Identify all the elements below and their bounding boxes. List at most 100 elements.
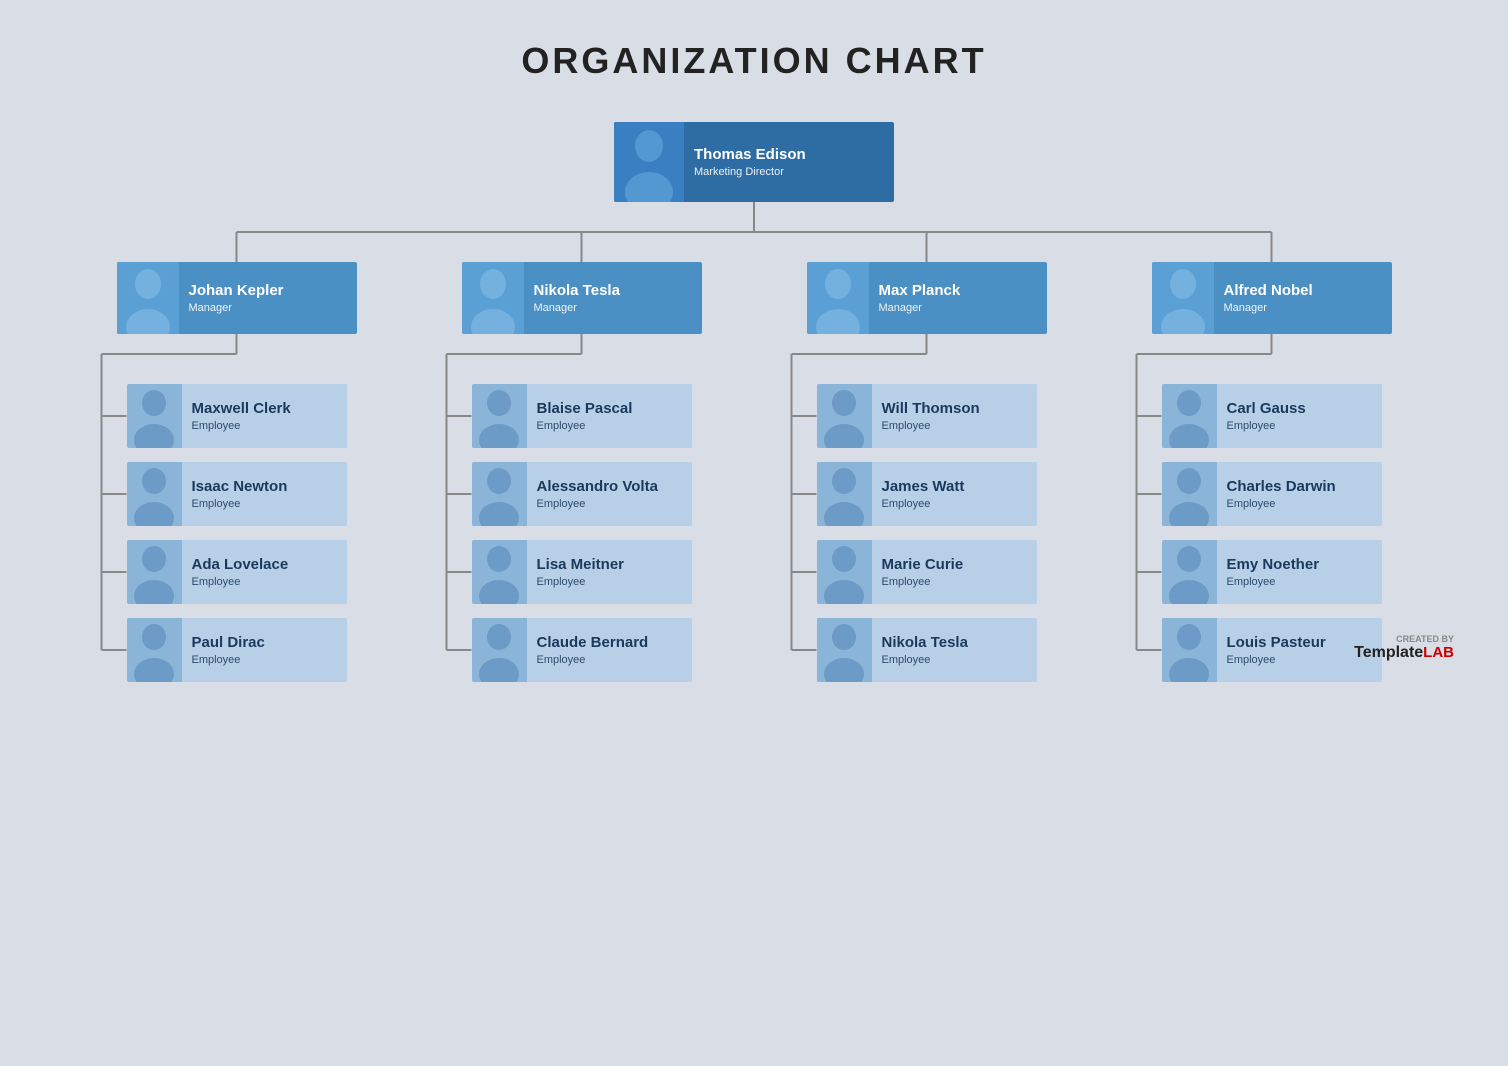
- emp-name: Nikola Tesla: [882, 634, 968, 652]
- manager-col-1: Nikola Tesla Manager Blaise Pascal Emplo…: [462, 262, 702, 682]
- emp-info: Nikola Tesla Employee: [872, 626, 978, 674]
- manager-info-0: Johan Kepler Manager: [179, 274, 294, 322]
- emp-info: Will Thomson Employee: [872, 392, 990, 440]
- emp-name: Isaac Newton: [192, 478, 288, 496]
- manager-col-3: Alfred Nobel Manager Carl Gauss Employee: [1152, 262, 1392, 682]
- emp-info: Claude Bernard Employee: [527, 626, 659, 674]
- director-card: Thomas Edison Marketing Director: [614, 122, 894, 202]
- emp-avatar: [1162, 462, 1217, 526]
- emp-name: Marie Curie: [882, 556, 964, 574]
- emp-avatar: [1162, 384, 1217, 448]
- emp-avatar: [472, 618, 527, 682]
- emp-avatar: [127, 618, 182, 682]
- emp-avatar: [817, 384, 872, 448]
- emp-info: Lisa Meitner Employee: [527, 548, 635, 596]
- manager-avatar-3: [1152, 262, 1214, 334]
- emp-name: Will Thomson: [882, 400, 980, 418]
- employees-col-2: Will Thomson Employee James Watt Employe…: [817, 384, 1037, 682]
- manager-name-2: Max Planck: [879, 282, 961, 300]
- emp-name: Louis Pasteur: [1227, 634, 1326, 652]
- emp-avatar: [472, 462, 527, 526]
- emp-role: Employee: [537, 420, 633, 432]
- employee-card-2-1: James Watt Employee: [817, 462, 1037, 526]
- emp-info: Louis Pasteur Employee: [1217, 626, 1336, 674]
- emp-avatar: [1162, 540, 1217, 604]
- emp-avatar: [817, 540, 872, 604]
- org-chart: Thomas Edison Marketing Director Johan K…: [34, 122, 1474, 682]
- manager-avatar-1: [462, 262, 524, 334]
- manager-info-2: Max Planck Manager: [869, 274, 971, 322]
- manager-card-0: Johan Kepler Manager: [117, 262, 357, 334]
- emp-role: Employee: [1227, 576, 1320, 588]
- manager-role-3: Manager: [1224, 302, 1313, 314]
- emp-name: James Watt: [882, 478, 965, 496]
- employee-card-1-0: Blaise Pascal Employee: [472, 384, 692, 448]
- employee-card-0-1: Isaac Newton Employee: [127, 462, 347, 526]
- watermark: CREATED BY TemplateLAB: [1354, 634, 1454, 662]
- emp-role: Employee: [882, 654, 968, 666]
- employee-card-3-2: Emy Noether Employee: [1162, 540, 1382, 604]
- director-info: Thomas Edison Marketing Director: [684, 138, 816, 186]
- manager-name-3: Alfred Nobel: [1224, 282, 1313, 300]
- emp-avatar: [127, 540, 182, 604]
- employee-card-0-2: Ada Lovelace Employee: [127, 540, 347, 604]
- employee-card-2-2: Marie Curie Employee: [817, 540, 1037, 604]
- emp-info: Emy Noether Employee: [1217, 548, 1330, 596]
- emp-name: Ada Lovelace: [192, 556, 289, 574]
- emp-name: Paul Dirac: [192, 634, 265, 652]
- manager-info-1: Nikola Tesla Manager: [524, 274, 630, 322]
- emp-name: Emy Noether: [1227, 556, 1320, 574]
- emp-info: Maxwell Clerk Employee: [182, 392, 301, 440]
- manager-avatar-2: [807, 262, 869, 334]
- emp-role: Employee: [192, 420, 291, 432]
- emp-info: Charles Darwin Employee: [1217, 470, 1346, 518]
- employee-card-3-3: Louis Pasteur Employee: [1162, 618, 1382, 682]
- emp-info: Blaise Pascal Employee: [527, 392, 643, 440]
- emp-role: Employee: [537, 654, 649, 666]
- emp-name: Lisa Meitner: [537, 556, 625, 574]
- emp-info: Marie Curie Employee: [872, 548, 974, 596]
- manager-col-0: Johan Kepler Manager Maxwell Clerk Emplo…: [117, 262, 357, 682]
- emp-info: Isaac Newton Employee: [182, 470, 298, 518]
- emp-name: Blaise Pascal: [537, 400, 633, 418]
- manager-role-0: Manager: [189, 302, 284, 314]
- emp-info: Carl Gauss Employee: [1217, 392, 1316, 440]
- employee-card-1-1: Alessandro Volta Employee: [472, 462, 692, 526]
- manager-card-1: Nikola Tesla Manager: [462, 262, 702, 334]
- employee-card-0-0: Maxwell Clerk Employee: [127, 384, 347, 448]
- manager-name-1: Nikola Tesla: [534, 282, 620, 300]
- director-avatar: [614, 122, 684, 202]
- employees-col-3: Carl Gauss Employee Charles Darwin Emplo…: [1162, 384, 1382, 682]
- emp-info: Ada Lovelace Employee: [182, 548, 299, 596]
- manager-name-0: Johan Kepler: [189, 282, 284, 300]
- employee-card-1-2: Lisa Meitner Employee: [472, 540, 692, 604]
- emp-avatar: [817, 618, 872, 682]
- manager-card-3: Alfred Nobel Manager: [1152, 262, 1392, 334]
- emp-name: Claude Bernard: [537, 634, 649, 652]
- managers-level: Johan Kepler Manager Maxwell Clerk Emplo…: [34, 262, 1474, 682]
- manager-info-3: Alfred Nobel Manager: [1214, 274, 1323, 322]
- emp-avatar: [1162, 618, 1217, 682]
- emp-avatar: [472, 384, 527, 448]
- employee-card-2-0: Will Thomson Employee: [817, 384, 1037, 448]
- emp-info: Alessandro Volta Employee: [527, 470, 668, 518]
- emp-info: Paul Dirac Employee: [182, 626, 275, 674]
- emp-role: Employee: [192, 498, 288, 510]
- emp-role: Employee: [192, 654, 265, 666]
- employee-card-1-3: Claude Bernard Employee: [472, 618, 692, 682]
- emp-name: Alessandro Volta: [537, 478, 658, 496]
- employee-card-2-3: Nikola Tesla Employee: [817, 618, 1037, 682]
- emp-avatar: [127, 384, 182, 448]
- emp-role: Employee: [882, 498, 965, 510]
- employee-card-3-1: Charles Darwin Employee: [1162, 462, 1382, 526]
- employee-card-0-3: Paul Dirac Employee: [127, 618, 347, 682]
- emp-avatar: [127, 462, 182, 526]
- emp-role: Employee: [537, 498, 658, 510]
- emp-name: Carl Gauss: [1227, 400, 1306, 418]
- emp-role: Employee: [1227, 420, 1306, 432]
- manager-avatar-0: [117, 262, 179, 334]
- emp-role: Employee: [882, 420, 980, 432]
- emp-role: Employee: [1227, 498, 1336, 510]
- director-role: Marketing Director: [694, 166, 806, 178]
- emp-avatar: [817, 462, 872, 526]
